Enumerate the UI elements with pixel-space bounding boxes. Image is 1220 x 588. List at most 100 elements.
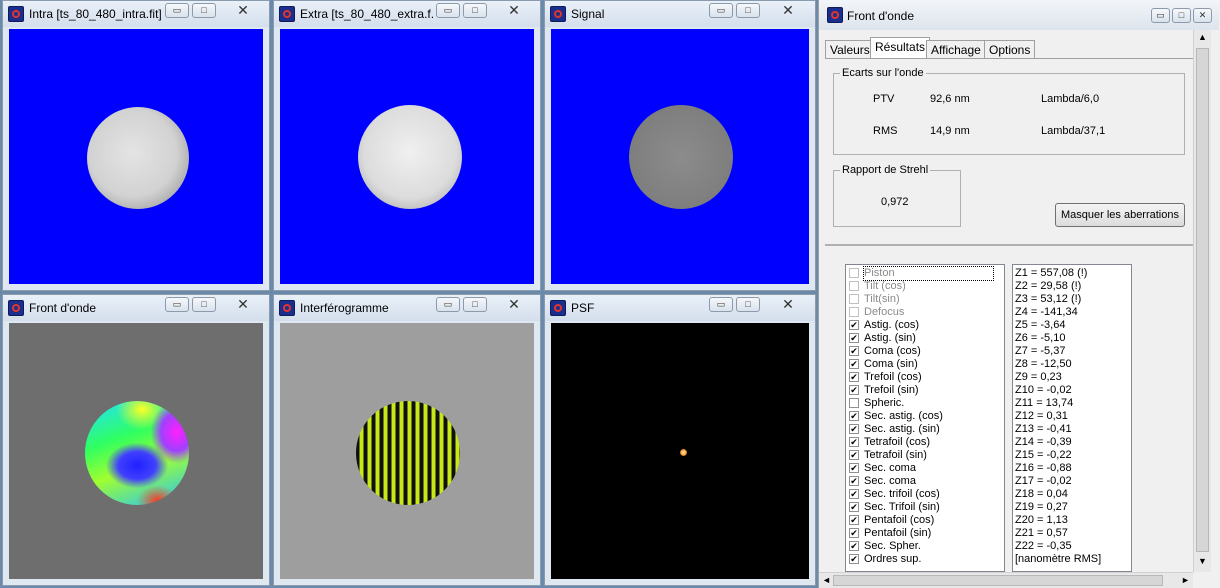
horizontal-scrollbar[interactable]: ◄ ► xyxy=(819,572,1193,588)
zernike-coefficient[interactable]: Z1 = 557,08 (!) xyxy=(1015,267,1087,280)
titlebar[interactable]: Signal ▭ □ ✕ xyxy=(545,1,815,27)
zernike-coefficient[interactable]: Z2 = 29,58 (!) xyxy=(1015,280,1081,293)
zernike-coefficient[interactable]: Z6 = -5,10 xyxy=(1015,332,1065,345)
minimize-button[interactable]: ▭ xyxy=(165,3,189,18)
titlebar[interactable]: Extra [ts_80_480_extra.f... ▭ □ ✕ xyxy=(274,1,540,27)
zernike-coefficient[interactable]: Z15 = -0,22 xyxy=(1015,449,1072,462)
maximize-button[interactable]: □ xyxy=(463,297,487,312)
minimize-button[interactable]: ▭ xyxy=(709,3,733,18)
app-icon[interactable] xyxy=(279,6,295,22)
tab-options[interactable]: Options xyxy=(984,40,1036,58)
checkbox[interactable] xyxy=(849,268,859,278)
window-signal[interactable]: Signal ▭ □ ✕ xyxy=(544,0,816,291)
window-psf[interactable]: PSF ▭ □ ✕ xyxy=(544,294,816,586)
checkbox-checked[interactable]: ✔ xyxy=(849,515,859,525)
zernike-coefficient[interactable]: Z9 = 0,23 xyxy=(1015,371,1062,384)
checkbox-checked[interactable]: ✔ xyxy=(849,320,859,330)
tab-valeurs[interactable]: Valeurs xyxy=(825,40,875,58)
zernike-coefficients-list[interactable]: Z1 = 557,08 (!) Z2 = 29,58 (!) Z3 = 53,12 … xyxy=(1012,264,1132,572)
window-interferogram[interactable]: Interférogramme ▭ □ ✕ xyxy=(273,294,541,586)
minimize-button[interactable]: ▭ xyxy=(436,3,460,18)
app-icon[interactable] xyxy=(550,300,566,316)
minimize-button[interactable]: ▭ xyxy=(709,297,733,312)
app-icon[interactable] xyxy=(827,7,843,23)
titlebar[interactable]: Interférogramme ▭ □ ✕ xyxy=(274,295,540,321)
minimize-button[interactable]: ▭ xyxy=(165,297,189,312)
scroll-up-arrow-icon[interactable]: ▲ xyxy=(1198,32,1207,42)
zernike-coefficient[interactable]: Z11 = 13,74 xyxy=(1015,397,1073,410)
close-button[interactable]: ✕ xyxy=(497,3,531,18)
app-icon[interactable] xyxy=(279,300,295,316)
checkbox-checked[interactable]: ✔ xyxy=(849,528,859,538)
close-button[interactable]: ✕ xyxy=(497,297,531,312)
titlebar[interactable]: PSF ▭ □ ✕ xyxy=(545,295,815,321)
scroll-right-arrow-icon[interactable]: ► xyxy=(1181,575,1190,585)
zernike-coefficient[interactable]: Z20 = 1,13 xyxy=(1015,514,1068,527)
checkbox-checked[interactable]: ✔ xyxy=(849,502,859,512)
checkbox[interactable] xyxy=(849,307,859,317)
zernike-coefficient[interactable]: Z4 = -141,34 xyxy=(1015,306,1078,319)
close-button[interactable]: ✕ xyxy=(226,297,260,312)
zernike-coefficient[interactable]: Z21 = 0,57 xyxy=(1015,527,1068,540)
zernike-coefficient[interactable]: Z19 = 0,27 xyxy=(1015,501,1068,514)
minimize-button[interactable]: ▭ xyxy=(436,297,460,312)
checkbox-checked[interactable]: ✔ xyxy=(849,333,859,343)
window-extra[interactable]: Extra [ts_80_480_extra.f... ▭ □ ✕ xyxy=(273,0,541,291)
tab-affichage[interactable]: Affichage xyxy=(926,40,986,58)
maximize-button[interactable]: □ xyxy=(463,3,487,18)
minimize-button[interactable]: ▭ xyxy=(1151,8,1170,23)
window-wavefront[interactable]: Front d'onde ▭ □ ✕ xyxy=(2,294,270,586)
maximize-button[interactable]: □ xyxy=(192,297,216,312)
maximize-button[interactable]: □ xyxy=(736,297,760,312)
close-button[interactable]: ✕ xyxy=(771,297,805,312)
titlebar[interactable]: Intra [ts_80_480_intra.fit] ▭ □ ✕ xyxy=(3,1,269,27)
vertical-scrollbar[interactable]: ▲ ▼ xyxy=(1193,30,1211,572)
close-button[interactable]: ✕ xyxy=(771,3,805,18)
checkbox-checked[interactable]: ✔ xyxy=(849,411,859,421)
close-button[interactable]: ✕ xyxy=(226,3,260,18)
app-icon[interactable] xyxy=(8,300,24,316)
zernike-coefficient[interactable]: Z13 = -0,41 xyxy=(1015,423,1072,436)
zernike-coefficient[interactable]: Z18 = 0,04 xyxy=(1015,488,1068,501)
scroll-left-arrow-icon[interactable]: ◄ xyxy=(822,575,831,585)
zernike-coefficient[interactable]: Z17 = -0,02 xyxy=(1015,475,1072,488)
app-icon[interactable] xyxy=(8,6,24,22)
mask-aberrations-button[interactable]: Masquer les aberrations xyxy=(1055,203,1185,227)
maximize-button[interactable]: □ xyxy=(1172,8,1191,23)
panel-titlebar[interactable]: Front d'onde ▭ □ ✕ xyxy=(819,0,1219,30)
checkbox-checked[interactable]: ✔ xyxy=(849,385,859,395)
zernike-coefficient[interactable]: Z22 = -0,35 xyxy=(1015,540,1072,553)
checkbox-checked[interactable]: ✔ xyxy=(849,437,859,447)
close-button[interactable]: ✕ xyxy=(1193,8,1212,23)
zernike-coefficient[interactable]: Z14 = -0,39 xyxy=(1015,436,1072,449)
zernike-coefficient[interactable]: Z10 = -0,02 xyxy=(1015,384,1072,397)
tab-resultats[interactable]: Résultats xyxy=(870,37,931,59)
zernike-coefficient[interactable]: Z16 = -0,88 xyxy=(1015,462,1072,475)
zernike-coefficient[interactable]: [nanomètre RMS] xyxy=(1015,553,1101,566)
zernike-coefficient[interactable]: Z5 = -3,64 xyxy=(1015,319,1065,332)
scroll-thumb[interactable] xyxy=(1196,48,1209,552)
checkbox-checked[interactable]: ✔ xyxy=(849,424,859,434)
app-icon[interactable] xyxy=(550,6,566,22)
checkbox-checked[interactable]: ✔ xyxy=(849,489,859,499)
maximize-button[interactable]: □ xyxy=(192,3,216,18)
aberrations-checklist[interactable]: Piston Tilt (cos) Tilt(sin) Defocus ✔ Astig. … xyxy=(845,264,1005,572)
checkbox-checked[interactable]: ✔ xyxy=(849,450,859,460)
scroll-down-arrow-icon[interactable]: ▼ xyxy=(1198,556,1207,566)
checkbox-checked[interactable]: ✔ xyxy=(849,541,859,551)
checkbox[interactable] xyxy=(849,281,859,291)
checkbox[interactable] xyxy=(849,294,859,304)
checkbox[interactable] xyxy=(849,398,859,408)
window-intra[interactable]: Intra [ts_80_480_intra.fit] ▭ □ ✕ xyxy=(2,0,270,291)
zernike-coefficient[interactable]: Z12 = 0,31 xyxy=(1015,410,1068,423)
zernike-coefficient[interactable]: Z7 = -5,37 xyxy=(1015,345,1065,358)
checkbox-checked[interactable]: ✔ xyxy=(849,463,859,473)
zernike-coefficient[interactable]: Z3 = 53,12 (!) xyxy=(1015,293,1081,306)
checkbox-checked[interactable]: ✔ xyxy=(849,372,859,382)
checkbox-checked[interactable]: ✔ xyxy=(849,359,859,369)
checkbox-checked[interactable]: ✔ xyxy=(849,554,859,564)
scroll-thumb[interactable] xyxy=(833,575,1163,586)
checkbox-checked[interactable]: ✔ xyxy=(849,346,859,356)
zernike-coefficient[interactable]: Z8 = -12,50 xyxy=(1015,358,1072,371)
maximize-button[interactable]: □ xyxy=(736,3,760,18)
